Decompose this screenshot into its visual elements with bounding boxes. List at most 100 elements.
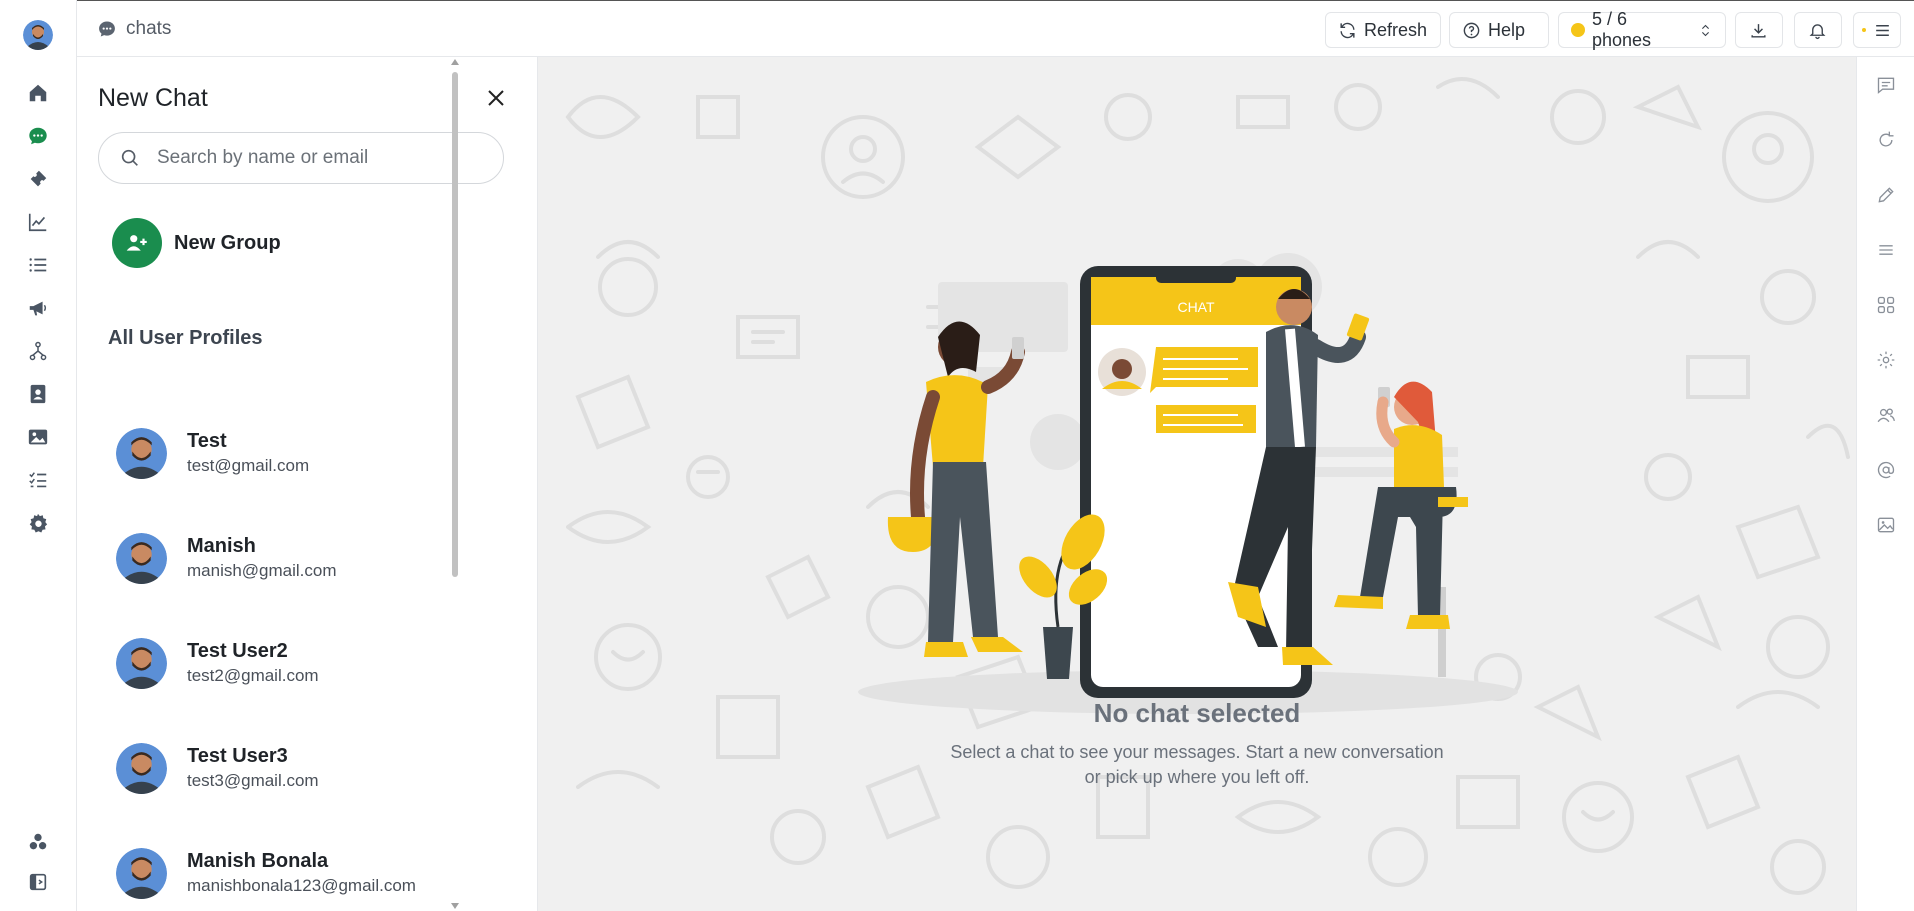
section-label: chats <box>126 18 172 39</box>
user-email: manish@gmail.com <box>187 561 337 580</box>
chats-nav-item[interactable] <box>22 120 54 152</box>
user-name: Manish Bonala <box>187 850 329 872</box>
add-group-icon <box>126 235 147 251</box>
contacts-icon <box>30 384 46 404</box>
phones-label: 5 / 6 phones <box>1591 9 1652 50</box>
user-profile-item[interactable]: Test test@gmail.com <box>116 418 496 488</box>
phone-selector[interactable]: 5 / 6 phones <box>1558 9 1726 50</box>
participants-button[interactable] <box>1874 403 1898 427</box>
flows-nav-item[interactable] <box>22 335 54 367</box>
empty-state-line-1: Select a chat to see your messages. Star… <box>950 742 1444 762</box>
megaphone-icon <box>29 301 47 316</box>
refresh-button[interactable]: Refresh <box>1325 12 1441 48</box>
user-avatar[interactable] <box>23 20 53 50</box>
notifications-button[interactable] <box>1794 12 1842 48</box>
message-square-icon <box>1877 77 1895 94</box>
user-email: test@gmail.com <box>187 456 310 475</box>
home-icon <box>29 84 47 102</box>
home-nav-item[interactable] <box>22 77 54 109</box>
download-button[interactable] <box>1735 12 1783 48</box>
scroll-thumb[interactable] <box>452 72 458 577</box>
empty-state-title: No chat selected <box>1093 698 1301 728</box>
chart-line-icon <box>28 213 47 232</box>
right-tool-rail <box>1856 57 1914 911</box>
hamburger-icon <box>1876 24 1889 36</box>
user-search-box <box>98 132 504 184</box>
refresh-icon <box>1340 22 1355 38</box>
user-name: Manish <box>187 535 256 557</box>
user-avatar <box>116 847 167 899</box>
contacts-nav-item[interactable] <box>22 378 54 410</box>
gallery-button[interactable] <box>1874 513 1898 537</box>
chat-settings-button[interactable] <box>1874 348 1898 372</box>
users-icon <box>1877 408 1895 423</box>
checklist-icon <box>29 472 47 488</box>
user-profile-item[interactable]: Test User2 test2@gmail.com <box>116 628 496 698</box>
user-info: Test User3 test3@gmail.com <box>187 743 319 793</box>
user-avatar <box>116 742 167 794</box>
tickets-nav-item[interactable] <box>22 163 54 195</box>
scroll-up-arrow[interactable] <box>451 59 459 65</box>
image-icon <box>1877 517 1895 533</box>
grid-icon <box>1877 296 1895 314</box>
new-group-button[interactable]: New Group <box>112 218 281 268</box>
grid-button[interactable] <box>1874 293 1898 317</box>
lists-nav-item[interactable] <box>22 249 54 281</box>
apps-icon <box>29 833 47 850</box>
user-email: manishbonala123@gmail.com <box>187 876 416 895</box>
empty-state-description: Select a chat to see your messages. Star… <box>538 740 1856 790</box>
close-icon <box>488 90 504 106</box>
campaigns-nav-item[interactable] <box>22 292 54 324</box>
chat-main-area: CHAT No chat selected Select a chat to s… <box>538 57 1856 911</box>
download-icon <box>1751 23 1766 38</box>
list-icon <box>29 258 47 272</box>
scroll-down-arrow[interactable] <box>451 903 459 909</box>
panel-scrollbar[interactable] <box>450 57 460 911</box>
apps-nav-item[interactable] <box>22 826 54 858</box>
refresh-label: Refresh <box>1364 19 1428 40</box>
user-avatar <box>116 532 167 584</box>
illustration-chat-label: CHAT <box>1177 299 1215 315</box>
user-email: test2@gmail.com <box>187 666 319 685</box>
user-name: Test User2 <box>187 640 288 662</box>
analytics-nav-item[interactable] <box>22 206 54 238</box>
lines-icon <box>1879 245 1893 255</box>
ticket-icon <box>30 170 47 187</box>
gear-icon <box>29 513 48 533</box>
new-group-avatar <box>112 218 162 268</box>
user-avatar <box>116 637 167 689</box>
user-name: Test <box>187 430 227 452</box>
refresh-icon <box>1879 131 1894 147</box>
notes-button[interactable] <box>1874 73 1898 97</box>
chat-bubble-icon <box>99 21 115 37</box>
image-icon <box>28 429 48 445</box>
user-profile-item[interactable]: Manish manish@gmail.com <box>116 523 496 593</box>
user-profile-item[interactable]: Manish Bonala manishbonala123@gmail.com <box>116 838 496 908</box>
phone-status-dot <box>1571 23 1585 37</box>
mentions-button[interactable] <box>1874 458 1898 482</box>
user-email: test3@gmail.com <box>187 771 319 790</box>
tasks-nav-item[interactable] <box>22 464 54 496</box>
search-icon <box>121 149 138 166</box>
media-nav-item[interactable] <box>22 421 54 453</box>
sync-button[interactable] <box>1874 128 1898 152</box>
user-name: Test User3 <box>187 745 288 767</box>
edit-button[interactable] <box>1874 183 1898 207</box>
help-button[interactable]: Help <box>1449 12 1549 48</box>
user-info: Manish Bonala manishbonala123@gmail.com <box>187 848 416 898</box>
close-panel-button[interactable] <box>481 83 511 113</box>
user-info: Manish manish@gmail.com <box>187 533 337 583</box>
panel-title: New Chat <box>98 84 208 112</box>
left-nav-rail <box>0 0 77 911</box>
user-profile-item[interactable]: Test User3 test3@gmail.com <box>116 733 496 803</box>
user-info: Test User2 test2@gmail.com <box>187 638 319 688</box>
lines-button[interactable] <box>1874 238 1898 262</box>
settings-nav-item[interactable] <box>22 507 54 539</box>
new-group-label: New Group <box>174 231 281 254</box>
collapse-sidebar-button[interactable] <box>22 866 54 898</box>
menu-status-dot <box>1862 28 1866 32</box>
menu-button[interactable] <box>1853 12 1901 48</box>
empty-state-line-2: or pick up where you left off. <box>1084 767 1310 787</box>
search-input[interactable] <box>157 147 457 169</box>
help-icon <box>1463 22 1480 38</box>
